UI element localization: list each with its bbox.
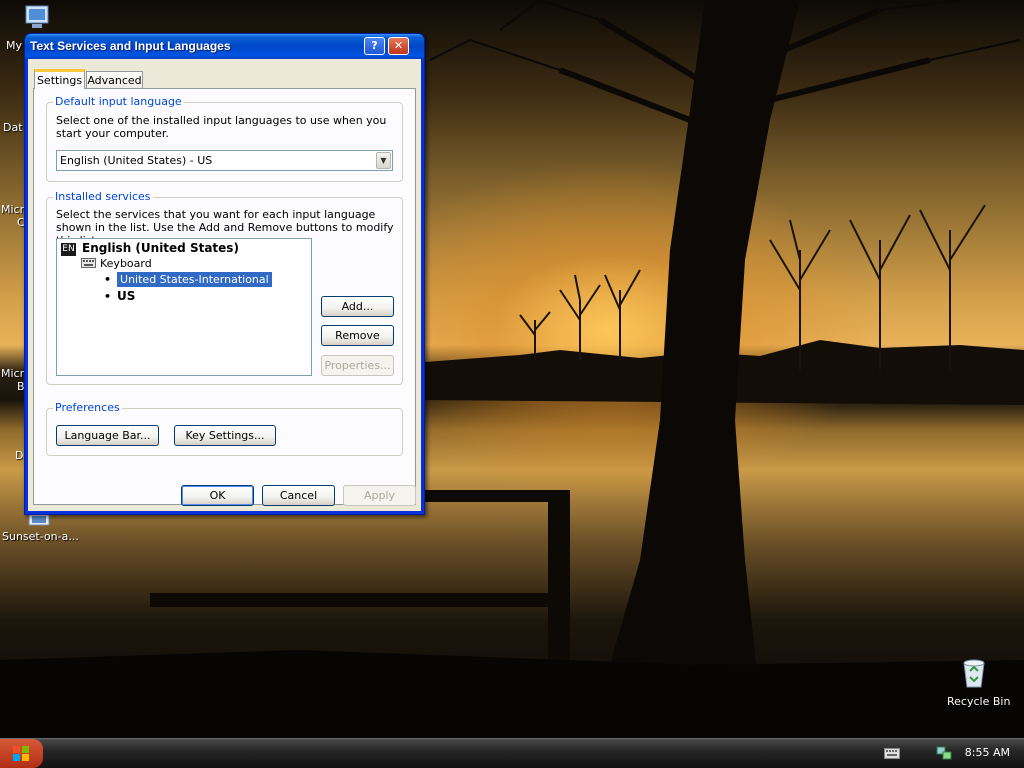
cancel-button[interactable]: Cancel bbox=[262, 485, 335, 506]
language-bar-button[interactable]: Language Bar... bbox=[56, 425, 159, 446]
title-bar[interactable]: Text Services and Input Languages ? ✕ bbox=[25, 34, 424, 59]
key-settings-button[interactable]: Key Settings... bbox=[174, 425, 276, 446]
settings-tab-panel: Default input language Select one of the… bbox=[33, 88, 416, 505]
add-button[interactable]: Add... bbox=[321, 296, 394, 317]
apply-button[interactable]: Apply bbox=[343, 485, 416, 506]
ok-button[interactable]: OK bbox=[181, 485, 254, 506]
tree-item-us[interactable]: • US bbox=[104, 289, 135, 303]
tree-keyboard-label: Keyboard bbox=[100, 257, 152, 270]
windows-logo-icon bbox=[12, 745, 30, 765]
tree-language-label: English (United States) bbox=[82, 241, 239, 255]
my-computer-icon[interactable] bbox=[22, 3, 54, 33]
taskbar: 8:55 AM bbox=[0, 738, 1024, 768]
default-input-language-combo[interactable]: English (United States) - US ▼ bbox=[56, 150, 393, 171]
keyboard-tray-icon[interactable] bbox=[884, 747, 900, 762]
desktop-icon-label-1[interactable]: My bbox=[6, 39, 22, 52]
dialog-client-area: Settings Advanced Default input language… bbox=[28, 59, 421, 511]
tab-advanced[interactable]: Advanced bbox=[86, 71, 143, 89]
default-input-language-group: Default input language Select one of the… bbox=[46, 95, 403, 182]
tab-settings[interactable]: Settings bbox=[34, 69, 85, 89]
desktop-icon-label-5[interactable]: D bbox=[15, 449, 23, 462]
system-tray: 8:55 AM bbox=[884, 739, 1024, 768]
installed-services-tree[interactable]: EN English (United States) Keyboard • Unit… bbox=[56, 238, 312, 376]
tree-item-us-international[interactable]: • United States-International bbox=[104, 272, 272, 287]
remove-button[interactable]: Remove bbox=[321, 325, 394, 346]
help-button[interactable]: ? bbox=[364, 37, 385, 55]
default-input-language-title: Default input language bbox=[53, 95, 184, 108]
installed-services-group: Installed services Select the services t… bbox=[46, 190, 403, 385]
bullet-icon: • bbox=[104, 290, 112, 303]
keyboard-icon bbox=[81, 257, 96, 271]
network-tray-icon[interactable] bbox=[936, 746, 952, 763]
installed-services-title: Installed services bbox=[53, 190, 153, 203]
recycle-bin-label[interactable]: Recycle Bin bbox=[947, 695, 1010, 708]
clock[interactable]: 8:55 AM bbox=[965, 746, 1010, 759]
language-badge-icon: EN bbox=[61, 242, 76, 256]
bullet-icon: • bbox=[104, 273, 112, 286]
text-services-dialog: Text Services and Input Languages ? ✕ Se… bbox=[24, 33, 425, 515]
dialog-title: Text Services and Input Languages bbox=[30, 39, 231, 53]
close-button[interactable]: ✕ bbox=[388, 37, 409, 55]
tree-item-us-international-label: United States-International bbox=[117, 272, 272, 287]
preferences-title: Preferences bbox=[53, 401, 122, 414]
tree-language-row[interactable]: EN English (United States) bbox=[61, 241, 239, 256]
desktop-icon-label-2[interactable]: Dat bbox=[3, 121, 23, 134]
properties-button[interactable]: Properties... bbox=[321, 355, 394, 376]
default-input-description: Select one of the installed input langua… bbox=[56, 114, 387, 140]
default-input-language-value: English (United States) - US bbox=[60, 154, 213, 167]
tree-item-us-label: US bbox=[117, 289, 136, 303]
dropdown-arrow-icon[interactable]: ▼ bbox=[376, 152, 391, 169]
sunset-file-label[interactable]: Sunset-on-a... bbox=[2, 530, 79, 543]
start-button[interactable] bbox=[0, 739, 43, 768]
recycle-bin-icon[interactable] bbox=[958, 657, 990, 689]
preferences-group: Preferences Language Bar... Key Settings… bbox=[46, 401, 403, 456]
tree-keyboard-row[interactable]: Keyboard bbox=[81, 257, 152, 271]
